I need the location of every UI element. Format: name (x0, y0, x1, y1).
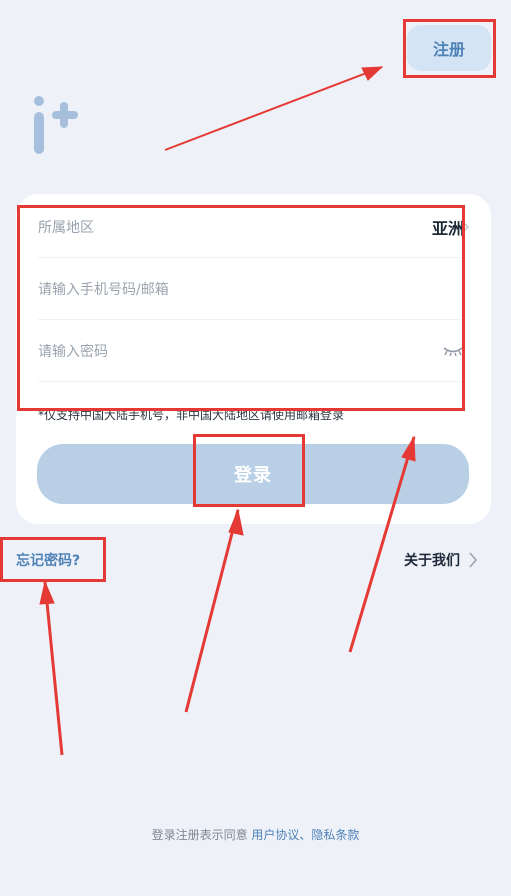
chevron-right-icon (462, 221, 470, 233)
login-button[interactable]: 登录 (37, 444, 469, 504)
about-us-label: 关于我们 (404, 553, 460, 569)
region-label: 所属地区 (38, 219, 94, 236)
phone-email-placeholder: 请输入手机号码/邮箱 (38, 281, 169, 298)
chevron-right-icon (469, 552, 478, 568)
region-value: 亚洲 (431, 218, 464, 238)
footer-separator: 、 (299, 828, 312, 842)
user-agreement-link[interactable]: 用户协议 (251, 828, 299, 842)
about-us-link[interactable]: 关于我们 (404, 550, 478, 570)
forgot-password-link[interactable]: 忘记密码? (16, 550, 80, 570)
password-input[interactable]: 请输入密码 (38, 320, 464, 382)
region-selector[interactable]: 所属地区 亚洲 (38, 196, 464, 258)
footer-agreement: 登录注册表示同意 用户协议、隐私条款 (0, 826, 511, 843)
password-placeholder: 请输入密码 (38, 343, 108, 360)
footer-prefix: 登录注册表示同意 (151, 828, 252, 842)
logo-icon (34, 96, 78, 154)
phone-email-input[interactable]: 请输入手机号码/邮箱 (38, 258, 464, 320)
privacy-link[interactable]: 隐私条款 (311, 828, 359, 842)
eye-closed-icon[interactable] (442, 345, 464, 357)
region-notice: *仅支持中国大陆手机号，非中国大陆地区请使用邮箱登录 (38, 408, 345, 422)
register-button[interactable]: 注册 (407, 25, 491, 71)
